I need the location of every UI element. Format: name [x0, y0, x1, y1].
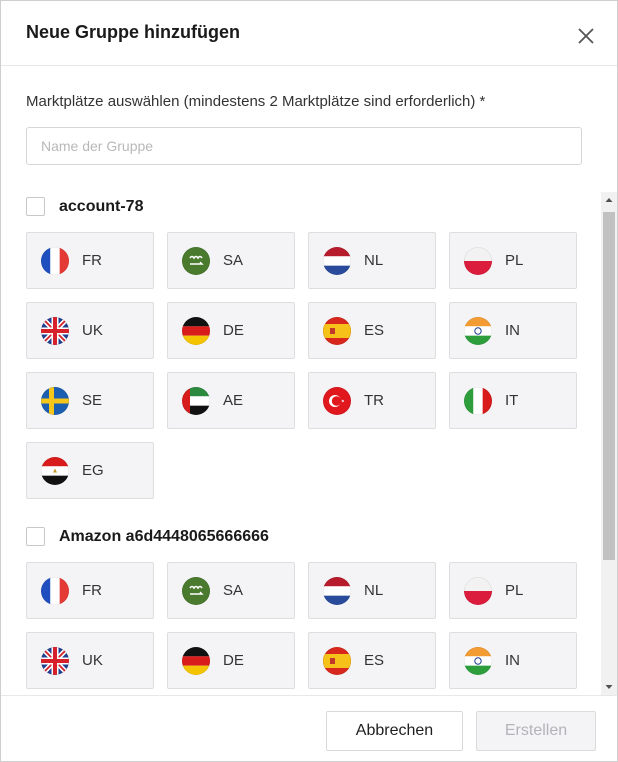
flag-pl-icon: [463, 246, 493, 276]
marketplace-tile-es[interactable]: ES: [308, 632, 436, 689]
flag-ae-icon: [181, 386, 211, 416]
flag-tr-icon: [322, 386, 352, 416]
marketplace-tile-pl[interactable]: PL: [449, 232, 577, 289]
marketplace-code: PL: [505, 252, 524, 269]
flag-sa-icon: [181, 576, 211, 606]
flag-de-icon: [181, 646, 211, 676]
marketplace-grid: FR SA NL PL UK DE ES IN: [26, 562, 586, 689]
flag-se-icon: [40, 386, 70, 416]
flag-de-icon: [181, 316, 211, 346]
marketplace-code: ES: [364, 322, 385, 339]
flag-nl-icon: [322, 576, 352, 606]
marketplace-instruction: Marktplätze auswählen (mindestens 2 Mark…: [26, 93, 486, 110]
scroll-up-button[interactable]: [601, 192, 617, 208]
marketplace-tile-nl[interactable]: NL: [308, 562, 436, 619]
marketplace-tile-sa[interactable]: SA: [167, 562, 295, 619]
marketplace-tile-es[interactable]: ES: [308, 302, 436, 359]
close-button[interactable]: [574, 24, 598, 48]
scroll-down-button[interactable]: [601, 679, 617, 695]
marketplace-code: SA: [223, 252, 244, 269]
accounts-list: account-78 FR SA NL PL UK DE ES IN SE AE TR IT EG Amaz…: [26, 192, 586, 689]
accounts-scroll-area[interactable]: account-78 FR SA NL PL UK DE ES IN SE AE TR IT EG Amaz…: [1, 192, 617, 695]
marketplace-grid: FR SA NL PL UK DE ES IN SE AE TR IT EG: [26, 232, 586, 499]
marketplace-code: FR: [82, 582, 102, 599]
marketplace-tile-de[interactable]: DE: [167, 632, 295, 689]
flag-es-icon: [322, 646, 352, 676]
flag-uk-icon: [40, 316, 70, 346]
marketplace-tile-in[interactable]: IN: [449, 632, 577, 689]
flag-in-icon: [463, 316, 493, 346]
marketplace-code: UK: [82, 322, 103, 339]
marketplace-code: DE: [223, 322, 244, 339]
cancel-button[interactable]: Abbrechen: [326, 711, 463, 751]
marketplace-tile-nl[interactable]: NL: [308, 232, 436, 289]
marketplace-tile-uk[interactable]: UK: [26, 632, 154, 689]
marketplace-tile-uk[interactable]: UK: [26, 302, 154, 359]
flag-pl-icon: [463, 576, 493, 606]
marketplace-code: NL: [364, 252, 384, 269]
account-header: account-78: [26, 195, 586, 221]
flag-in-icon: [463, 646, 493, 676]
flag-fr-icon: [40, 576, 70, 606]
flag-eg-icon: [40, 456, 70, 486]
close-icon: [578, 28, 594, 44]
create-button[interactable]: Erstellen: [476, 711, 596, 751]
account-section: Amazon a6d4448065666666 FR SA NL PL UK DE ES IN: [26, 525, 586, 689]
marketplace-code: PL: [505, 582, 524, 599]
account-name: Amazon a6d4448065666666: [59, 528, 269, 545]
marketplace-tile-it[interactable]: IT: [449, 372, 577, 429]
marketplace-code: AE: [223, 392, 244, 409]
flag-sa-icon: [181, 246, 211, 276]
dialog-header: Neue Gruppe hinzufügen: [1, 1, 617, 66]
group-name-input[interactable]: [26, 127, 582, 165]
scrollbar[interactable]: [601, 192, 617, 695]
account-header: Amazon a6d4448065666666: [26, 525, 586, 551]
account-section: account-78 FR SA NL PL UK DE ES IN SE AE TR IT EG: [26, 195, 586, 499]
marketplace-tile-sa[interactable]: SA: [167, 232, 295, 289]
flag-uk-icon: [40, 646, 70, 676]
marketplace-tile-tr[interactable]: TR: [308, 372, 436, 429]
scroll-up-arrow-icon: [605, 198, 613, 202]
marketplace-tile-de[interactable]: DE: [167, 302, 295, 359]
marketplace-code: SE: [82, 392, 103, 409]
marketplace-code: EG: [82, 462, 104, 479]
add-group-dialog: Neue Gruppe hinzufügen Marktplätze auswä…: [0, 0, 618, 762]
marketplace-code: IN: [505, 652, 520, 669]
marketplace-tile-ae[interactable]: AE: [167, 372, 295, 429]
marketplace-tile-in[interactable]: IN: [449, 302, 577, 359]
account-name: account-78: [59, 198, 144, 215]
marketplace-code: TR: [364, 392, 384, 409]
flag-nl-icon: [322, 246, 352, 276]
marketplace-tile-fr[interactable]: FR: [26, 562, 154, 619]
flag-es-icon: [322, 316, 352, 346]
dialog-footer: Abbrechen Erstellen: [1, 695, 617, 761]
marketplace-tile-eg[interactable]: EG: [26, 442, 154, 499]
marketplace-code: UK: [82, 652, 103, 669]
scroll-down-arrow-icon: [605, 685, 613, 689]
marketplace-code: SA: [223, 582, 244, 599]
scrollbar-thumb[interactable]: [603, 212, 615, 560]
marketplace-code: DE: [223, 652, 244, 669]
marketplace-code: NL: [364, 582, 384, 599]
account-select-checkbox[interactable]: [26, 197, 45, 216]
flag-it-icon: [463, 386, 493, 416]
dialog-title: Neue Gruppe hinzufügen: [26, 22, 240, 42]
marketplace-code: ES: [364, 652, 385, 669]
marketplace-code: FR: [82, 252, 102, 269]
marketplace-code: IN: [505, 322, 520, 339]
marketplace-code: IT: [505, 392, 519, 409]
account-select-checkbox[interactable]: [26, 527, 45, 546]
marketplace-tile-se[interactable]: SE: [26, 372, 154, 429]
marketplace-tile-pl[interactable]: PL: [449, 562, 577, 619]
flag-fr-icon: [40, 246, 70, 276]
marketplace-tile-fr[interactable]: FR: [26, 232, 154, 289]
